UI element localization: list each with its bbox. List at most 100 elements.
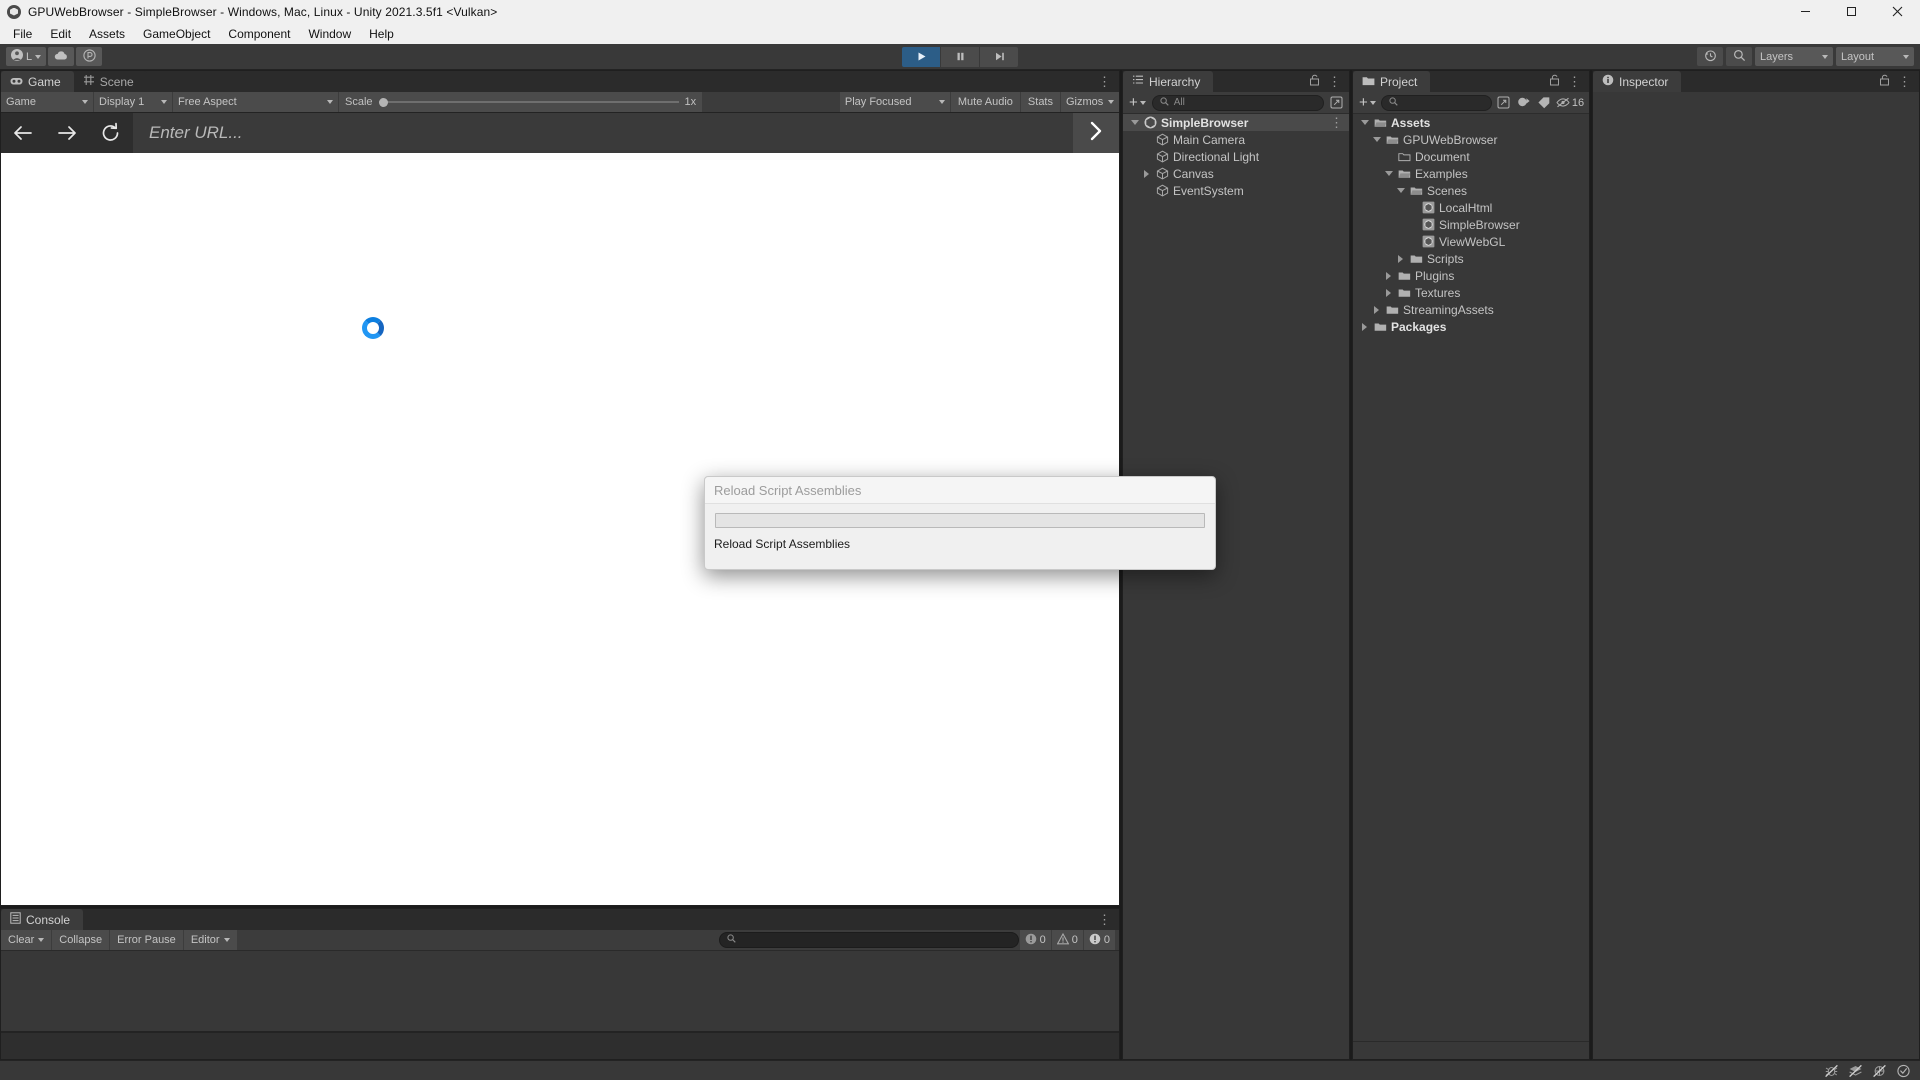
chevron-down-icon[interactable] — [1395, 188, 1406, 193]
display-dropdown[interactable]: Display 1 — [94, 92, 172, 112]
hierarchy-tree[interactable]: SimpleBrowser ⋮ Main Camera Directional Lig… — [1123, 114, 1349, 1059]
menu-component[interactable]: Component — [219, 25, 299, 43]
lock-icon[interactable] — [1879, 73, 1890, 91]
kebab-icon[interactable]: ⋮ — [1568, 75, 1581, 88]
console-error-count[interactable]: 0 — [1083, 930, 1115, 950]
project-visibility-toggle[interactable]: 16 — [1555, 94, 1585, 111]
stats-button[interactable]: Stats — [1020, 92, 1060, 112]
mute-audio-button[interactable]: Mute Audio — [950, 92, 1020, 112]
tree-row[interactable]: Document — [1353, 148, 1589, 165]
expand-window-icon[interactable] — [1328, 94, 1345, 111]
chevron-right-icon[interactable] — [1371, 305, 1382, 314]
tree-row[interactable]: EventSystem — [1123, 182, 1349, 199]
step-button[interactable] — [980, 46, 1018, 67]
bug-off-icon[interactable] — [1820, 1062, 1842, 1080]
target-display-dropdown[interactable]: Game — [1, 92, 93, 112]
chevron-right-icon[interactable] — [1383, 288, 1394, 297]
gizmos-dropdown[interactable]: Gizmos — [1061, 92, 1119, 112]
lock-icon[interactable] — [1549, 73, 1560, 91]
kebab-icon[interactable]: ⋮ — [1898, 75, 1911, 88]
kebab-icon[interactable]: ⋮ — [1098, 75, 1111, 88]
maximize-icon[interactable] — [1828, 0, 1874, 23]
url-input[interactable]: Enter URL... — [133, 113, 1073, 153]
tree-row[interactable]: Plugins — [1353, 267, 1589, 284]
hierarchy-add-button[interactable]: + — [1127, 94, 1148, 111]
reload-icon[interactable] — [89, 113, 133, 153]
layers-dropdown[interactable]: Layers — [1755, 47, 1833, 66]
tab-console[interactable]: Console — [1, 909, 84, 930]
chevron-down-icon[interactable] — [1383, 171, 1394, 176]
kebab-icon[interactable]: ⋮ — [1330, 116, 1343, 129]
tab-hierarchy[interactable]: Hierarchy — [1123, 71, 1214, 92]
go-button[interactable] — [1073, 113, 1119, 153]
menu-gameobject[interactable]: GameObject — [134, 25, 219, 43]
layers-off-icon[interactable] — [1844, 1062, 1866, 1080]
play-focus-dropdown[interactable]: Play Focused — [839, 92, 950, 112]
kebab-icon[interactable]: ⋮ — [1098, 913, 1111, 926]
account-button[interactable]: L — [6, 47, 47, 66]
tree-row[interactable]: Examples — [1353, 165, 1589, 182]
quick-search-result-item[interactable]: Reload Script Assemblies — [705, 528, 1215, 551]
minimize-icon[interactable] — [1782, 0, 1828, 23]
tree-row[interactable]: SimpleBrowser ⋮ — [1123, 114, 1349, 131]
menu-help[interactable]: Help — [360, 25, 403, 43]
tree-row[interactable]: SimpleBrowser — [1353, 216, 1589, 233]
chevron-right-icon[interactable] — [1359, 322, 1370, 331]
console-clear-button[interactable]: Clear — [1, 930, 52, 950]
tree-row[interactable]: LocalHtml — [1353, 199, 1589, 216]
hierarchy-search-input[interactable]: All — [1151, 94, 1324, 111]
aspect-dropdown[interactable]: Free Aspect — [173, 92, 338, 112]
chevron-down-icon[interactable] — [1359, 120, 1370, 125]
kebab-icon[interactable]: ⋮ — [1328, 75, 1341, 88]
tree-row[interactable]: ViewWebGL — [1353, 233, 1589, 250]
chevron-right-icon[interactable] — [1383, 271, 1394, 280]
pause-button[interactable] — [941, 46, 979, 67]
tree-row[interactable]: Assets — [1353, 114, 1589, 131]
chevron-right-icon[interactable] — [1141, 169, 1152, 178]
tree-row[interactable]: Canvas — [1123, 165, 1349, 182]
tree-row[interactable]: Scripts — [1353, 250, 1589, 267]
close-icon[interactable] — [1874, 0, 1920, 23]
tree-row[interactable]: Scenes — [1353, 182, 1589, 199]
scale-slider-handle[interactable] — [378, 97, 388, 107]
chevron-down-icon[interactable] — [1371, 137, 1382, 142]
menu-assets[interactable]: Assets — [80, 25, 134, 43]
quick-search-input[interactable] — [715, 513, 1205, 528]
console-collapse-button[interactable]: Collapse — [52, 930, 110, 950]
menu-window[interactable]: Window — [299, 25, 360, 43]
console-editor-dropdown[interactable]: Editor — [183, 930, 237, 950]
console-error-pause-button[interactable]: Error Pause — [110, 930, 183, 950]
console-log-count[interactable]: 0 — [1019, 930, 1051, 950]
toolbar-search-button[interactable] — [1726, 47, 1752, 66]
tree-row[interactable]: GPUWebBrowser — [1353, 131, 1589, 148]
arrow-left-icon[interactable] — [1, 113, 45, 153]
console-search-input[interactable] — [718, 932, 1019, 948]
tab-scene[interactable]: Scene — [73, 71, 147, 92]
arrow-right-icon[interactable] — [45, 113, 89, 153]
cloud-button[interactable] — [48, 47, 75, 66]
check-circle-icon[interactable] — [1892, 1062, 1914, 1080]
expand-window-icon[interactable] — [1495, 94, 1512, 111]
tree-row[interactable]: Directional Light — [1123, 148, 1349, 165]
play-button[interactable] — [902, 46, 940, 67]
tab-game[interactable]: Game — [1, 71, 74, 92]
chevron-down-icon[interactable] — [1129, 120, 1140, 125]
unity-services-button[interactable] — [76, 47, 103, 66]
menu-file[interactable]: File — [4, 25, 41, 43]
tree-row[interactable]: Textures — [1353, 284, 1589, 301]
console-message-list[interactable] — [1, 951, 1119, 1031]
filter-label-icon[interactable] — [1535, 94, 1552, 111]
chevron-right-icon[interactable] — [1395, 254, 1406, 263]
tree-row[interactable]: Packages — [1353, 318, 1589, 335]
menu-edit[interactable]: Edit — [41, 25, 80, 43]
tab-project[interactable]: Project — [1353, 71, 1431, 92]
lock-icon[interactable] — [1309, 73, 1320, 91]
console-warning-count[interactable]: 0 — [1051, 930, 1083, 950]
tree-row[interactable]: Main Camera — [1123, 131, 1349, 148]
filter-type-icon[interactable] — [1515, 94, 1532, 111]
tab-inspector[interactable]: Inspector — [1593, 71, 1682, 92]
tree-row[interactable]: StreamingAssets — [1353, 301, 1589, 318]
preview-off-icon[interactable] — [1868, 1062, 1890, 1080]
project-add-button[interactable]: + — [1357, 94, 1378, 111]
project-search-input[interactable] — [1380, 94, 1492, 111]
